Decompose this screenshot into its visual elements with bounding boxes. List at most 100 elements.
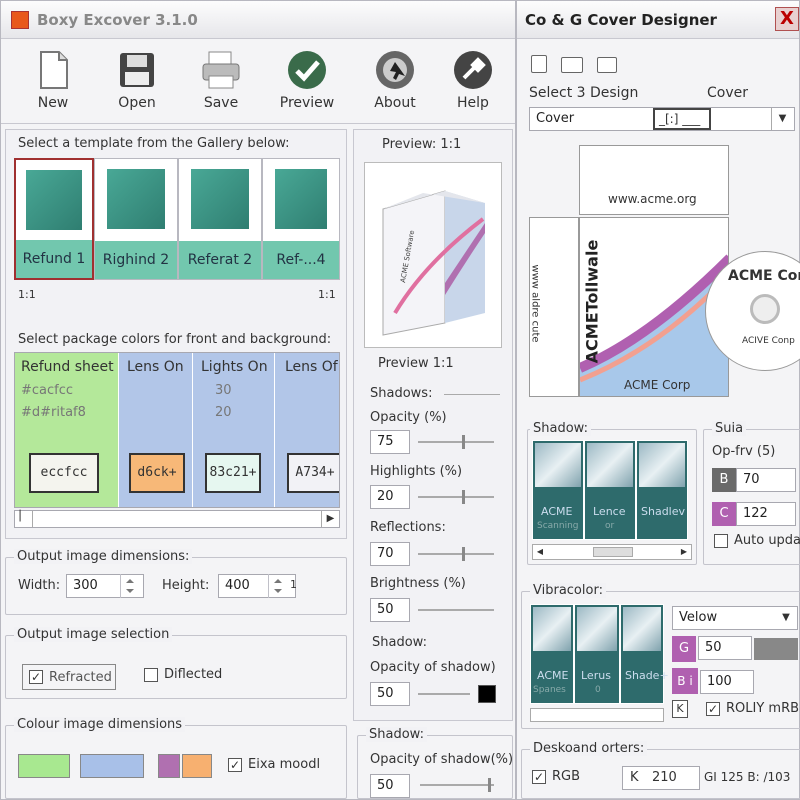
eixa-moodl-checkbox[interactable]: ✓ <box>228 758 242 772</box>
k-field-label: K <box>630 770 639 785</box>
close-button[interactable]: X <box>775 7 799 31</box>
eixa-moodl-label: Eixa moodl <box>248 757 321 772</box>
template-label: Righind 2 <box>95 241 177 279</box>
scroll-right-button[interactable]: ▶ <box>677 545 691 559</box>
diflected-checkbox[interactable] <box>144 668 158 682</box>
slider-thumb[interactable] <box>462 547 465 561</box>
open-floppy-icon <box>120 53 154 87</box>
height-label: Height: <box>162 578 210 593</box>
vibra-thumb[interactable]: Lerus 0 <box>574 604 620 704</box>
width-label: Width: <box>18 578 61 593</box>
shadow-opacity-input[interactable]: 50 <box>370 682 410 706</box>
highlights-slider[interactable] <box>418 490 494 504</box>
template-label: Referat 2 <box>179 241 261 279</box>
small-folder-icon[interactable] <box>531 55 547 73</box>
shadow2-group: Shadow: Opacity of shadow(%) 50 <box>357 727 514 799</box>
rgb-label: RGB <box>552 769 581 784</box>
auto-update-checkbox[interactable] <box>714 534 728 548</box>
color-column[interactable]: Lens On d6ck+ <box>119 353 193 507</box>
new-button[interactable]: New <box>11 44 95 120</box>
colour-swatch-purple[interactable] <box>158 754 180 778</box>
slider-thumb[interactable] <box>462 435 465 449</box>
cover-designer-window: Co & G Cover Designer X Select 3 Design … <box>516 0 800 800</box>
brightness-input[interactable]: 50 <box>370 598 410 622</box>
gallery-scale-left: 1:1 <box>18 288 36 301</box>
scroll-thumb[interactable] <box>593 547 633 557</box>
help-button[interactable]: Help <box>431 44 515 120</box>
vibracolor-label: Vibracolor: <box>530 583 606 598</box>
refracted-checkbox[interactable]: ✓ <box>29 670 43 684</box>
thumb-preview-image <box>533 607 571 651</box>
about-button[interactable]: About <box>353 44 437 120</box>
color-chip[interactable]: 83c21+ <box>205 453 261 493</box>
k-box[interactable]: K <box>672 700 688 718</box>
slider-thumb[interactable] <box>462 490 465 504</box>
template-righind-2[interactable]: Righind 2 <box>94 158 178 280</box>
save-button[interactable]: Save <box>179 44 263 120</box>
thumb-line2: 0 <box>595 685 601 695</box>
shadow-thumb[interactable]: Shadlev <box>636 440 688 540</box>
diflected-label: Diflected <box>164 667 223 682</box>
color-column-line1: #cacfcc <box>21 383 74 398</box>
brightness-slider[interactable] <box>418 609 494 611</box>
colour-swatch-green[interactable] <box>18 754 70 778</box>
shadow2-opacity-label: Opacity of shadow(%) <box>370 752 514 767</box>
shadow2-opacity-input[interactable]: 50 <box>370 774 410 798</box>
colour-swatch-orange[interactable] <box>182 754 212 778</box>
cover-label: Cover <box>707 85 748 101</box>
cover-artwork: www.acme.org www aldre cute ACMETollwale… <box>529 145 800 401</box>
vibra-dropdown-button[interactable]: ▼ <box>776 607 796 629</box>
slider-thumb[interactable] <box>488 778 491 792</box>
opacity-input[interactable]: 75 <box>370 430 410 454</box>
color-chip[interactable]: eccfcc <box>29 453 99 493</box>
color-column[interactable]: Lens Of A734+ <box>275 353 339 507</box>
rgb-checkbox[interactable]: ✓ <box>532 770 546 784</box>
highlights-input[interactable]: 20 <box>370 485 410 509</box>
template-referat-2[interactable]: Referat 2 <box>178 158 262 280</box>
vibra-scrollbar[interactable] <box>530 708 664 722</box>
colour-swatch-blue[interactable] <box>80 754 144 778</box>
preview-button[interactable]: Preview <box>265 44 349 120</box>
vibra-thumb[interactable]: ACME Spanes <box>530 604 574 704</box>
c-input[interactable]: 122 <box>736 502 796 526</box>
thumb-line1: Lence <box>593 505 626 518</box>
shadow-color-swatch[interactable] <box>478 685 496 703</box>
open-button[interactable]: Open <box>95 44 179 120</box>
save-folder-icon[interactable] <box>597 57 617 73</box>
shadow-thumb[interactable]: ACME Scanning <box>532 440 584 540</box>
roliy-checkbox[interactable]: ✓ <box>706 702 720 716</box>
g-input[interactable]: 50 <box>698 636 752 660</box>
b-input[interactable]: 70 <box>736 468 796 492</box>
height-spinner[interactable] <box>268 574 286 598</box>
refracted-option[interactable]: ✓ Refracted <box>22 664 116 690</box>
open-folder-icon[interactable] <box>561 57 583 73</box>
template-refund-1[interactable]: Refund 1 <box>14 158 94 280</box>
cover-mid-field[interactable]: _[:] ___ <box>653 108 711 130</box>
shadow2-opacity-slider[interactable] <box>420 778 494 792</box>
color-chip[interactable]: d6ck+ <box>129 453 185 493</box>
opacity-slider[interactable] <box>418 435 494 449</box>
shadow-thumb[interactable]: Lence or <box>584 440 636 540</box>
scroll-left-button[interactable]: ◀ <box>533 545 547 559</box>
colour-dimensions-label: Colour image dimensions <box>14 717 186 732</box>
color-columns: Refund sheet #cacfcc #d#ritaf8 eccfcc Le… <box>14 352 340 508</box>
color-scrollbar[interactable]: ▏ ▶ <box>14 510 340 528</box>
color-column[interactable]: Refund sheet #cacfcc #d#ritaf8 eccfcc <box>15 353 119 507</box>
color-chip[interactable]: A734+ <box>287 453 339 493</box>
reflections-input[interactable]: 70 <box>370 542 410 566</box>
bi-input[interactable]: 100 <box>700 670 754 694</box>
scroll-right-button[interactable]: ▶ <box>321 511 339 527</box>
color-column-line2: 20 <box>215 405 232 420</box>
shadow-scrollbar[interactable]: ◀ ▶ <box>532 544 692 560</box>
reflections-slider[interactable] <box>418 547 494 561</box>
thumb-line1: Shade+ <box>625 669 669 682</box>
cover-dropdown-button[interactable]: ▼ <box>771 108 793 130</box>
scroll-left-button[interactable]: ▏ <box>15 511 33 527</box>
about-label: About <box>374 95 416 111</box>
thumb-line1: Lerus <box>581 669 611 682</box>
template-ref-4[interactable]: Ref-...4 <box>262 158 340 280</box>
vibra-thumb[interactable]: Shade+ <box>620 604 669 704</box>
color-column[interactable]: Lights On 30 20 83c21+ <box>193 353 275 507</box>
shadow-opacity-slider[interactable] <box>418 693 470 695</box>
width-spinner[interactable] <box>120 574 138 598</box>
